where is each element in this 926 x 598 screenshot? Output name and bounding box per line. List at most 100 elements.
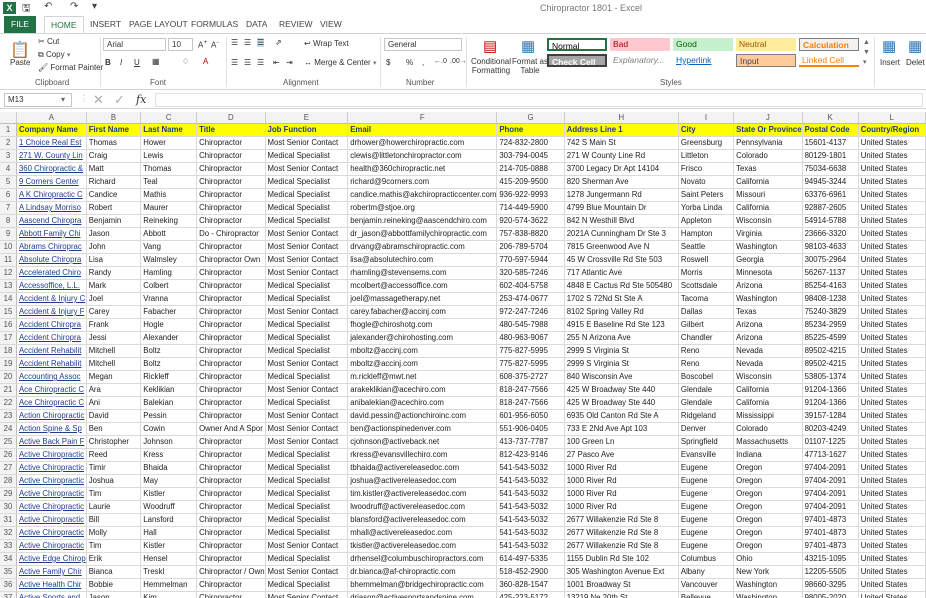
cell[interactable]: carey.fabacher@accinj.com bbox=[347, 305, 498, 319]
comma-button[interactable]: , bbox=[422, 58, 424, 67]
cell[interactable]: 425-223-5172 bbox=[496, 591, 565, 598]
cell[interactable]: Roswell bbox=[678, 253, 735, 267]
cell[interactable]: health@360chiropractic.net bbox=[347, 162, 498, 176]
cell[interactable]: Tim bbox=[86, 487, 142, 501]
cell[interactable]: 2677 Willakenzie Rd Ste 8 bbox=[564, 526, 679, 540]
cell[interactable]: Most Senior Contact bbox=[265, 266, 349, 280]
cell[interactable]: Erik bbox=[86, 552, 142, 566]
cell[interactable]: benjamin.reineking@aascendchiro.com bbox=[347, 214, 498, 228]
cell[interactable]: Vranna bbox=[140, 292, 198, 306]
cell[interactable]: Reno bbox=[678, 357, 735, 371]
cell[interactable]: Chiropractor bbox=[196, 318, 266, 332]
cell[interactable]: 360 Chiropractic & bbox=[16, 162, 87, 176]
cell[interactable]: Vancouver bbox=[678, 578, 735, 592]
cell[interactable]: 13219 Ne 20th St bbox=[564, 591, 679, 598]
align-right-icon[interactable]: ☰ bbox=[257, 58, 264, 67]
cell[interactable]: Accident Rehabilit bbox=[16, 357, 87, 371]
wrap-text-button[interactable]: ↩ Wrap Text bbox=[304, 39, 349, 48]
cell[interactable]: drhensel@columbuschiropractors.com bbox=[347, 552, 498, 566]
cell[interactable]: United States bbox=[858, 396, 926, 410]
cell[interactable]: May bbox=[140, 474, 198, 488]
cell[interactable]: 1278 Jungermann Rd bbox=[564, 188, 679, 202]
cell[interactable]: Action Chiropractic bbox=[16, 409, 87, 423]
cell[interactable]: United States bbox=[858, 318, 926, 332]
cell[interactable]: Most Senior Contact bbox=[265, 240, 349, 254]
row-header[interactable]: 26 bbox=[0, 448, 17, 462]
bottom-align-icon[interactable]: ☰ bbox=[257, 38, 265, 47]
cell[interactable]: United States bbox=[858, 500, 926, 514]
row-header[interactable]: 9 bbox=[0, 227, 17, 241]
cell[interactable]: lwoodruff@activereleasedoc.com bbox=[347, 500, 498, 514]
cell[interactable]: Glendale bbox=[678, 396, 735, 410]
cell[interactable]: 1000 River Rd bbox=[564, 474, 679, 488]
cell[interactable]: candice.mathis@akchiropracticcenter.com bbox=[347, 188, 498, 202]
cell[interactable]: Texas bbox=[733, 162, 803, 176]
cell[interactable]: ben@actionspinedenver.com bbox=[347, 422, 498, 436]
cell[interactable]: 97401-4873 bbox=[802, 513, 859, 527]
cell[interactable]: 27 Pasco Ave bbox=[564, 448, 679, 462]
column-header[interactable]: K bbox=[802, 112, 859, 124]
column-header[interactable]: H bbox=[564, 112, 679, 124]
cell[interactable]: 30075-2964 bbox=[802, 253, 859, 267]
cell[interactable]: Medical Specialist bbox=[265, 578, 349, 592]
cell[interactable]: mboltz@accinj.com bbox=[347, 357, 498, 371]
cell[interactable]: United States bbox=[858, 227, 926, 241]
cell[interactable]: Bellevue bbox=[678, 591, 735, 598]
cell[interactable]: California bbox=[733, 201, 803, 215]
cell[interactable]: Oregon bbox=[733, 526, 803, 540]
cell[interactable]: United States bbox=[858, 383, 926, 397]
cell[interactable]: Wisconsin bbox=[733, 214, 803, 228]
cell[interactable]: 305 Washington Avenue Ext bbox=[564, 565, 679, 579]
cell[interactable]: 91204-1366 bbox=[802, 383, 859, 397]
row-header[interactable]: 21 bbox=[0, 383, 17, 397]
header-cell[interactable]: Job Function bbox=[265, 123, 349, 137]
cell[interactable]: 842 N Westhill Blvd bbox=[564, 214, 679, 228]
cell[interactable]: 724-832-2800 bbox=[496, 136, 565, 150]
currency-button[interactable]: $ bbox=[386, 58, 390, 67]
cell[interactable]: Active Chiropractic bbox=[16, 461, 87, 475]
cell[interactable]: 98103-4633 bbox=[802, 240, 859, 254]
cell[interactable]: Nevada bbox=[733, 344, 803, 358]
paste-icon[interactable]: 📋 bbox=[10, 40, 30, 60]
redo-icon[interactable]: ↷ bbox=[70, 1, 78, 12]
cell[interactable]: Maurer bbox=[140, 201, 198, 215]
insert-button[interactable]: Insert bbox=[880, 58, 900, 67]
cell[interactable]: 47713-1627 bbox=[802, 448, 859, 462]
cell[interactable]: United States bbox=[858, 279, 926, 293]
cell[interactable]: 85225-4599 bbox=[802, 331, 859, 345]
cell[interactable]: 97404-2091 bbox=[802, 487, 859, 501]
cell[interactable]: rhamling@stevensems.com bbox=[347, 266, 498, 280]
cell[interactable]: Abbott bbox=[140, 227, 198, 241]
cell[interactable]: Balekian bbox=[140, 396, 198, 410]
cell[interactable]: tim.kistler@activereleasedoc.com bbox=[347, 487, 498, 501]
cell[interactable]: United States bbox=[858, 578, 926, 592]
cell[interactable]: 818-247-7566 bbox=[496, 396, 565, 410]
cell[interactable]: david.pessin@actionchiroinc.com bbox=[347, 409, 498, 423]
cell[interactable]: Hensel bbox=[140, 552, 198, 566]
copy-button[interactable]: ⧉ Copy ▾ bbox=[38, 50, 70, 60]
cell[interactable]: Active Edge Chirop bbox=[16, 552, 87, 566]
cell[interactable]: 1000 River Rd bbox=[564, 500, 679, 514]
cell[interactable]: Chiropractor bbox=[196, 188, 266, 202]
cell[interactable]: 714-449-5900 bbox=[496, 201, 565, 215]
cell[interactable]: United States bbox=[858, 136, 926, 150]
cell[interactable]: Megan bbox=[86, 370, 142, 384]
cell[interactable]: Reno bbox=[678, 344, 735, 358]
header-cell[interactable]: First Name bbox=[86, 123, 142, 137]
cell[interactable]: United States bbox=[858, 253, 926, 267]
cell[interactable]: California bbox=[733, 396, 803, 410]
cell[interactable]: Eugene bbox=[678, 474, 735, 488]
cell[interactable]: 206-789-5704 bbox=[496, 240, 565, 254]
row-header[interactable]: 11 bbox=[0, 253, 17, 267]
cell[interactable]: 15601-4137 bbox=[802, 136, 859, 150]
format-painter-button[interactable]: 🖌 Format Painter bbox=[38, 63, 103, 72]
cell[interactable]: Accident & Injury C bbox=[16, 292, 87, 306]
orientation-icon[interactable]: ⇗ bbox=[275, 38, 282, 47]
cell[interactable]: Medical Specialist bbox=[265, 513, 349, 527]
cell[interactable]: 413-737-7787 bbox=[496, 435, 565, 449]
cell[interactable]: Oregon bbox=[733, 461, 803, 475]
cell[interactable]: United States bbox=[858, 565, 926, 579]
cell[interactable]: 541-543-5032 bbox=[496, 500, 565, 514]
cell[interactable]: Washington bbox=[733, 578, 803, 592]
cell[interactable]: 98005-2020 bbox=[802, 591, 859, 598]
